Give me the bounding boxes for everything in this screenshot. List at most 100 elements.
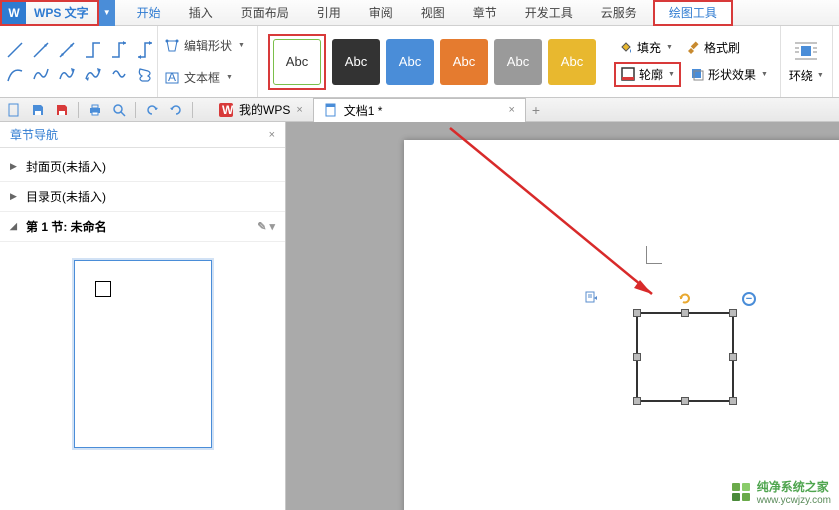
textbox-button[interactable]: A 文本框 ▼ (164, 64, 251, 92)
workspace: 章节导航 × ▶封面页(未插入) ▶目录页(未插入) ◢第 1 节: 未命名 ✎… (0, 122, 839, 510)
collapse-handle[interactable]: − (742, 292, 756, 306)
style-preset-6[interactable]: Abc (548, 39, 596, 85)
save-icon[interactable] (30, 102, 46, 118)
wps-logo-icon: W (219, 103, 233, 117)
fill-outline-group: 填充 ▼ 格式刷 轮廓 ▼ 形状效果 ▼ (606, 26, 781, 97)
menu-bar: W WPS 文字 ▼ 开始 插入 页面布局 引用 审阅 视图 章节 开发工具 云… (0, 0, 839, 26)
style-preset-5[interactable]: Abc (494, 39, 542, 85)
pencil-icon[interactable]: ✎ ▾ (257, 220, 275, 233)
document-tabs: W 我的WPS × 文档1 * × + (209, 98, 546, 122)
tab-label: 我的WPS (239, 101, 290, 118)
print-icon[interactable] (87, 102, 103, 118)
triangle-down-icon: ◢ (10, 221, 20, 232)
chevron-down-icon: ▼ (761, 71, 768, 78)
nav-item-section-1[interactable]: ◢第 1 节: 未命名 ✎ ▾ (0, 212, 285, 242)
menu-review[interactable]: 审阅 (355, 0, 407, 26)
svg-text:W: W (222, 103, 233, 117)
textbox-label: 文本框 (184, 69, 220, 86)
chevron-down-icon: ▼ (238, 42, 245, 49)
tab-my-wps[interactable]: W 我的WPS × (209, 98, 313, 122)
textbox-icon: A (164, 70, 180, 86)
line-tool-4[interactable] (84, 40, 102, 60)
watermark-name: 纯净系统之家 (757, 478, 831, 495)
menu-cloud[interactable]: 云服务 (587, 0, 651, 26)
format-brush-button[interactable]: 格式刷 (681, 37, 744, 58)
resize-handle-br[interactable] (729, 397, 737, 405)
selected-rectangle-shape[interactable]: − (636, 312, 734, 402)
resize-handle-ml[interactable] (633, 353, 641, 361)
resize-handle-bm[interactable] (681, 397, 689, 405)
curve-tool-3[interactable] (58, 64, 76, 84)
chevron-down-icon: ▼ (226, 74, 233, 81)
curve-tool-5[interactable] (110, 64, 128, 84)
menu-view[interactable]: 视图 (407, 0, 459, 26)
save-as-icon[interactable] (54, 102, 70, 118)
menu-page-layout[interactable]: 页面布局 (227, 0, 303, 26)
nav-close-button[interactable]: × (269, 129, 275, 141)
style-preset-3[interactable]: Abc (386, 39, 434, 85)
edit-shape-button[interactable]: 编辑形状 ▼ (164, 32, 251, 60)
shape-effects-button[interactable]: 形状效果 ▼ (685, 64, 772, 85)
chevron-down-icon: ▼ (668, 71, 675, 78)
separator (78, 102, 79, 118)
nav-header: 章节导航 × (0, 122, 285, 148)
shape-styles-group: Abc Abc Abc Abc Abc Abc (258, 26, 606, 97)
style-preset-4[interactable]: Abc (440, 39, 488, 85)
wrap-button[interactable]: 环绕 ▼ (789, 67, 824, 84)
line-tool-2[interactable] (32, 40, 50, 60)
print-preview-icon[interactable] (111, 102, 127, 118)
chevron-down-icon: ▼ (817, 72, 824, 79)
fill-label: 填充 (637, 39, 661, 56)
resize-handle-mr[interactable] (729, 353, 737, 361)
wrap-icon[interactable] (792, 39, 820, 63)
ribbon: 编辑形状 ▼ A 文本框 ▼ Abc Abc Abc Abc Abc Abc 填… (0, 26, 839, 98)
resize-handle-tm[interactable] (681, 309, 689, 317)
style-preset-2[interactable]: Abc (332, 39, 380, 85)
curve-tool-1[interactable] (6, 64, 24, 84)
quick-access-toolbar: W 我的WPS × 文档1 * × + (0, 98, 839, 122)
menu-drawing-tools[interactable]: 绘图工具 (653, 0, 733, 26)
wrap-label: 环绕 (789, 67, 813, 84)
menu-insert[interactable]: 插入 (175, 0, 227, 26)
app-menu-dropdown[interactable]: ▼ (99, 0, 115, 26)
menu-reference[interactable]: 引用 (303, 0, 355, 26)
undo-icon[interactable] (144, 102, 160, 118)
document-page[interactable]: − (404, 140, 839, 510)
style-preset-1[interactable]: Abc (273, 39, 321, 85)
menu-chapter[interactable]: 章节 (459, 0, 511, 26)
line-tool-6[interactable] (136, 40, 154, 60)
line-tool-1[interactable] (6, 40, 24, 60)
tab-document-1[interactable]: 文档1 * × (313, 98, 526, 122)
chapter-nav-panel: 章节导航 × ▶封面页(未插入) ▶目录页(未插入) ◢第 1 节: 未命名 ✎… (0, 122, 286, 510)
curve-tool-2[interactable] (32, 64, 50, 84)
edit-shape-icon (164, 38, 180, 54)
nav-item-toc[interactable]: ▶目录页(未插入) (0, 182, 285, 212)
curve-tool-4[interactable] (84, 64, 102, 84)
brush-icon (685, 39, 701, 55)
menu-dev-tools[interactable]: 开发工具 (511, 0, 587, 26)
tab-close-icon[interactable]: × (296, 104, 302, 116)
paragraph-mark-icon (584, 290, 598, 304)
page-thumbnail[interactable] (74, 260, 212, 448)
shape-text-group: 编辑形状 ▼ A 文本框 ▼ (158, 26, 258, 97)
curve-tool-6[interactable] (136, 64, 154, 84)
line-tool-3[interactable] (58, 40, 76, 60)
line-tool-5[interactable] (110, 40, 128, 60)
resize-handle-tl[interactable] (633, 309, 641, 317)
tab-add-button[interactable]: + (526, 102, 546, 118)
triangle-right-icon: ▶ (10, 191, 20, 202)
nav-item-cover[interactable]: ▶封面页(未插入) (0, 152, 285, 182)
canvas-area[interactable]: − (286, 122, 839, 510)
shape-effects-label: 形状效果 (708, 66, 756, 83)
cursor-margin-mark (646, 246, 662, 264)
fill-button[interactable]: 填充 ▼ (614, 37, 677, 58)
resize-handle-tr[interactable] (729, 309, 737, 317)
new-file-icon[interactable] (6, 102, 22, 118)
resize-handle-bl[interactable] (633, 397, 641, 405)
redo-icon[interactable] (168, 102, 184, 118)
outline-button[interactable]: 轮廓 ▼ (614, 62, 681, 87)
wrap-group: 环绕 ▼ (781, 26, 833, 97)
tab-close-icon[interactable]: × (508, 104, 514, 116)
rotate-handle[interactable] (678, 292, 692, 306)
menu-start[interactable]: 开始 (123, 0, 175, 26)
